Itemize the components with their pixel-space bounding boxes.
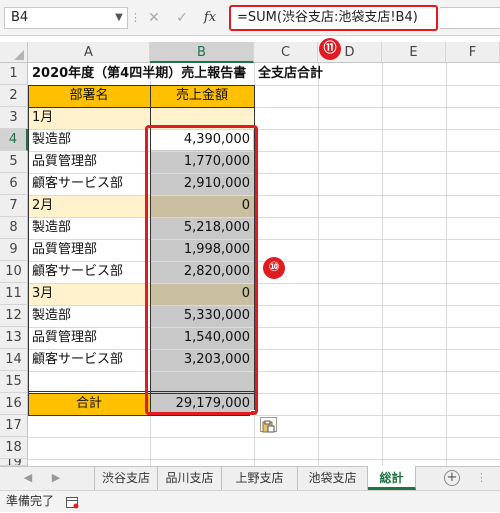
total-label[interactable]: 合計 <box>28 393 150 415</box>
dept-cell[interactable]: 顧客サービス部 <box>28 349 150 371</box>
chevron-down-icon[interactable]: ▼ <box>112 8 126 28</box>
row-header[interactable]: 9 <box>0 239 28 261</box>
dept-cell[interactable]: 顧客サービス部 <box>28 261 150 283</box>
row-header[interactable]: 7 <box>0 195 28 217</box>
column-header-c[interactable]: C <box>254 42 318 63</box>
row-header[interactable]: 17 <box>0 415 28 437</box>
add-sheet-icon[interactable]: + <box>444 470 460 486</box>
row-header[interactable]: 11 <box>0 283 28 305</box>
dept-cell[interactable]: 製造部 <box>28 129 150 151</box>
tab-total[interactable]: 総計 <box>368 466 416 490</box>
dept-cell[interactable]: 製造部 <box>28 305 150 327</box>
dept-cell[interactable]: 顧客サービス部 <box>28 173 150 195</box>
row-header[interactable]: 10 <box>0 261 28 283</box>
column-header-a[interactable]: A <box>28 42 150 63</box>
drag-handle-icon[interactable]: ⋮ <box>130 10 141 26</box>
gridline <box>28 437 500 438</box>
gridline <box>382 63 383 466</box>
row-header[interactable]: 13 <box>0 327 28 349</box>
row-header[interactable]: 2 <box>0 85 28 107</box>
select-all-icon <box>14 50 24 60</box>
month-label[interactable]: 2月 <box>28 195 150 217</box>
macro-icon <box>66 497 79 509</box>
tab-shinagawa[interactable]: 品川支店 <box>158 466 222 490</box>
dept-cell[interactable]: 品質管理部 <box>28 239 150 261</box>
column-header-b[interactable]: B <box>150 42 254 63</box>
gridline <box>28 459 500 460</box>
header-dept[interactable]: 部署名 <box>28 85 150 107</box>
row-header[interactable]: 5 <box>0 151 28 173</box>
row-header[interactable]: 15 <box>0 371 28 393</box>
row-header[interactable]: 8 <box>0 217 28 239</box>
status-ready: 準備完了 <box>6 494 55 508</box>
row-header[interactable]: 4 <box>0 129 28 151</box>
quick-analysis-icon[interactable] <box>260 417 277 433</box>
dept-cell[interactable]: 品質管理部 <box>28 151 150 173</box>
dept-cell[interactable]: 品質管理部 <box>28 327 150 349</box>
column-header-f[interactable]: F <box>446 42 500 63</box>
insert-function-icon[interactable]: fx <box>196 7 224 29</box>
tab-prev-icon[interactable]: ◀ <box>20 466 36 490</box>
formula-input-extension[interactable] <box>440 7 500 29</box>
cancel-icon[interactable]: ✕ <box>140 7 168 29</box>
report-subtitle[interactable]: 全支店合計 <box>254 63 354 85</box>
macro-record-icon[interactable] <box>66 494 80 509</box>
tab-next-icon[interactable]: ▶ <box>48 466 64 490</box>
tab-scroll-handle-icon[interactable]: ⋮ <box>476 472 487 484</box>
formula-input[interactable]: =SUM(渋谷支店:池袋支店!B4) <box>229 5 438 31</box>
row-header[interactable]: 1 <box>0 63 28 85</box>
month-label[interactable]: 1月 <box>28 107 150 129</box>
report-title[interactable]: 2020年度（第4四半期）売上報告書 <box>28 63 268 85</box>
row-header[interactable]: 12 <box>0 305 28 327</box>
gridline <box>318 63 319 466</box>
annotation-range-highlight <box>145 125 258 415</box>
header-sales[interactable]: 売上金額 <box>150 85 254 107</box>
row-header[interactable]: 6 <box>0 173 28 195</box>
tab-ueno[interactable]: 上野支店 <box>222 466 298 490</box>
column-header-e[interactable]: E <box>382 42 446 63</box>
row-header[interactable]: 3 <box>0 107 28 129</box>
name-box[interactable]: B4 <box>4 7 128 29</box>
row-header[interactable]: 18 <box>0 437 28 459</box>
enter-icon[interactable]: ✓ <box>168 7 196 29</box>
dept-cell[interactable]: 製造部 <box>28 217 150 239</box>
gridline <box>446 63 447 466</box>
annotation-badge-10: ⑩ <box>263 257 285 279</box>
tab-ikebukuro[interactable]: 池袋支店 <box>298 466 368 490</box>
annotation-badge-11: ⑪ <box>319 38 341 60</box>
row-header[interactable]: 16 <box>0 393 28 415</box>
clipboard-icon <box>262 420 275 433</box>
month-label[interactable]: 3月 <box>28 283 150 305</box>
tab-shibuya[interactable]: 渋谷支店 <box>94 466 158 490</box>
row-header[interactable]: 14 <box>0 349 28 371</box>
row-header[interactable]: 19 <box>0 459 28 466</box>
